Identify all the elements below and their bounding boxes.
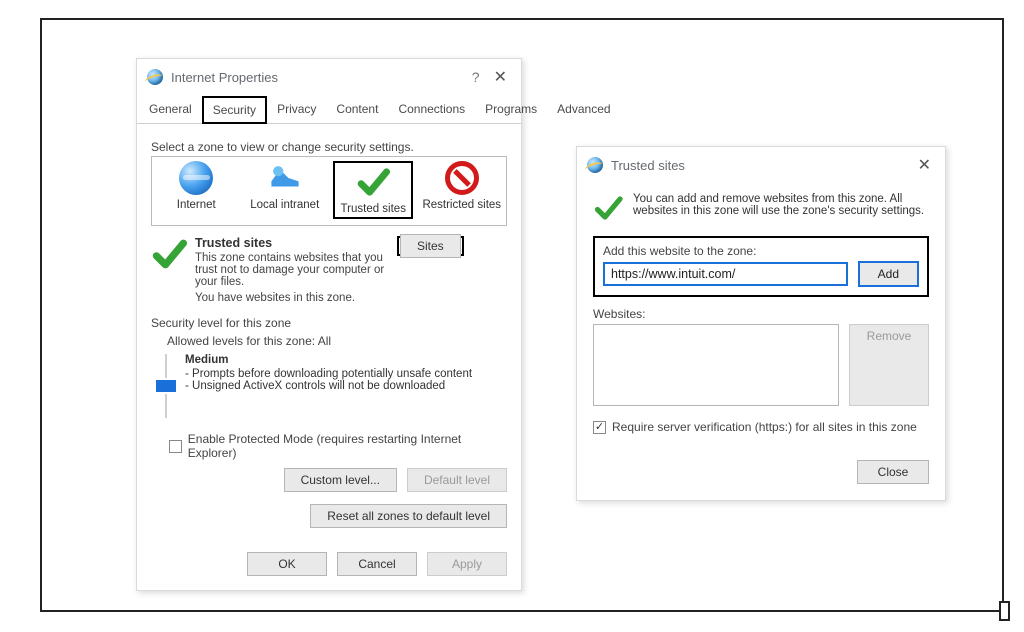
require-https-label: Require server verification (https:) for…	[612, 420, 917, 434]
tab-connections[interactable]: Connections	[388, 96, 475, 124]
require-https-checkbox[interactable]	[593, 421, 606, 434]
zone-info-header: Trusted sites	[195, 236, 389, 250]
tab-general[interactable]: General	[139, 96, 202, 124]
trusted-sites-dialog: Trusted sites ✕ You can add and remove w…	[576, 146, 946, 501]
zone-label: Trusted sites	[335, 203, 411, 215]
close-icon[interactable]: ✕	[490, 67, 511, 87]
ie-icon	[587, 157, 603, 173]
help-icon[interactable]: ?	[462, 69, 490, 85]
sites-button-highlight: Sites	[397, 236, 464, 256]
tab-security[interactable]: Security	[202, 96, 267, 124]
checkmark-icon	[356, 165, 390, 199]
tab-content[interactable]: Content	[326, 96, 388, 124]
add-button[interactable]: Add	[858, 261, 919, 287]
restricted-icon	[445, 161, 479, 195]
security-allowed-levels: Allowed levels for this zone: All	[167, 334, 507, 348]
security-level-name: Medium	[185, 354, 472, 366]
checkmark-icon	[151, 236, 187, 304]
security-level-bullet: - Prompts before downloading potentially…	[185, 368, 472, 380]
security-level-bullet: - Unsigned ActiveX controls will not be …	[185, 380, 472, 392]
websites-label: Websites:	[593, 307, 929, 321]
dialog-titlebar: Internet Properties ? ✕	[137, 59, 521, 93]
security-level-slider[interactable]	[159, 354, 173, 418]
checkmark-icon	[593, 193, 623, 226]
zone-caption: Select a zone to view or change security…	[151, 140, 507, 154]
zone-info-desc: This zone contains websites that you tru…	[195, 252, 389, 288]
apply-button[interactable]: Apply	[427, 552, 507, 576]
internet-properties-dialog: Internet Properties ? ✕ General Security…	[136, 58, 522, 591]
tab-programs[interactable]: Programs	[475, 96, 547, 124]
custom-level-button[interactable]: Custom level...	[284, 468, 397, 492]
zone-list: Internet Local intranet Trusted sites	[151, 156, 507, 226]
protected-mode-label: Enable Protected Mode (requires restarti…	[188, 432, 507, 460]
close-icon[interactable]: ✕	[914, 155, 935, 175]
dialog-title: Trusted sites	[611, 158, 685, 173]
reset-zones-button[interactable]: Reset all zones to default level	[310, 504, 507, 528]
zone-internet[interactable]: Internet	[156, 161, 236, 219]
websites-list[interactable]	[593, 324, 839, 406]
slider-thumb[interactable]	[156, 380, 176, 391]
add-website-highlight: Add this website to the zone: Add	[593, 236, 929, 297]
dialog-titlebar: Trusted sites ✕	[577, 147, 945, 181]
zone-restricted-sites[interactable]: Restricted sites	[422, 161, 502, 219]
ie-icon	[147, 69, 163, 85]
tab-strip: General Security Privacy Content Connect…	[137, 95, 521, 124]
sites-button[interactable]: Sites	[400, 234, 461, 258]
cancel-button[interactable]: Cancel	[337, 552, 417, 576]
tab-privacy[interactable]: Privacy	[267, 96, 326, 124]
zone-info-status: You have websites in this zone.	[195, 292, 389, 304]
dialog-footer: OK Cancel Apply	[137, 538, 521, 590]
default-level-button[interactable]: Default level	[407, 468, 507, 492]
tab-advanced[interactable]: Advanced	[547, 96, 620, 124]
protected-mode-checkbox[interactable]	[169, 440, 182, 453]
remove-button[interactable]: Remove	[849, 324, 929, 406]
intranet-icon	[268, 161, 302, 195]
website-url-input[interactable]	[603, 262, 848, 286]
dialog-footer: Close	[577, 446, 945, 500]
zone-local-intranet[interactable]: Local intranet	[245, 161, 325, 219]
globe-icon	[179, 161, 213, 195]
add-website-label: Add this website to the zone:	[603, 244, 919, 258]
close-button[interactable]: Close	[857, 460, 929, 484]
zone-trusted-sites[interactable]: Trusted sites	[333, 161, 413, 219]
page-frame-notch	[999, 601, 1010, 621]
trusted-sites-info: You can add and remove websites from thi…	[633, 193, 929, 217]
zone-label: Internet	[156, 199, 236, 211]
zone-label: Local intranet	[245, 199, 325, 211]
ok-button[interactable]: OK	[247, 552, 327, 576]
zone-label: Restricted sites	[422, 199, 502, 211]
security-level-header: Security level for this zone	[151, 316, 507, 330]
dialog-title: Internet Properties	[171, 70, 278, 85]
